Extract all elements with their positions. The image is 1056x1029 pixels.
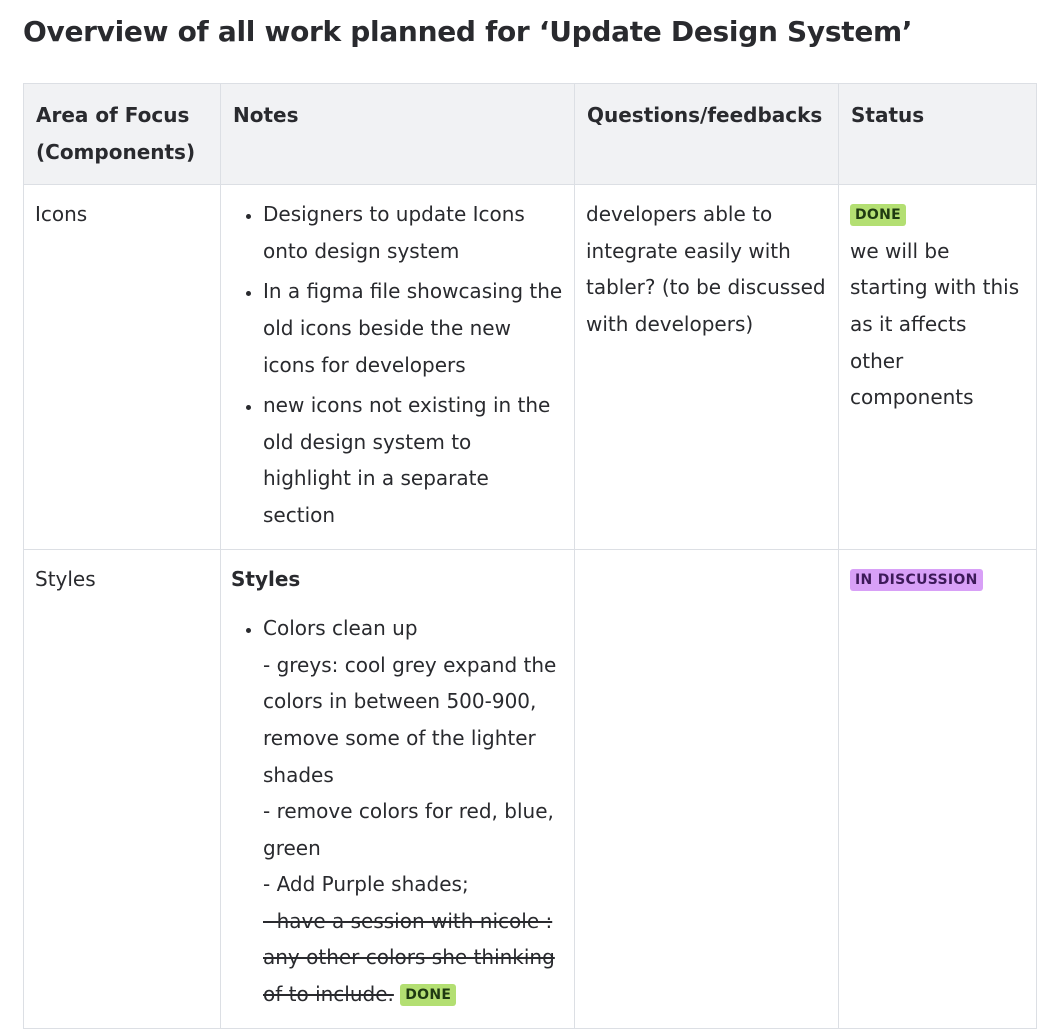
list-item: Colors clean up - greys: cool grey expan… (263, 610, 564, 1013)
list-item: In a figma file showcasing the old icons… (263, 273, 564, 383)
questions-cell (574, 548, 839, 1029)
list-item: new icons not existing in the old design… (263, 387, 564, 533)
notes-list: Designers to update Icons onto design sy… (231, 196, 564, 533)
notes-item-title: Colors clean up (263, 616, 418, 641)
status-cell: DONE we will be starting with this as it… (838, 184, 1037, 550)
notes-struck-line: - have a session with nicole : any other… (263, 909, 555, 1007)
table-row: Icons Designers to update Icons onto des… (23, 184, 1037, 550)
area-cell: Styles (23, 548, 221, 1029)
notes-item-line: - remove colors for red, blue, green (263, 799, 554, 860)
header-questions: Questions/feedbacks (574, 82, 839, 186)
notes-item-line: - greys: cool grey expand the colors in … (263, 652, 557, 787)
notes-item-line: - Add Purple shades; (263, 872, 469, 897)
header-status: Status (838, 82, 1037, 186)
questions-cell: developers able to integrate easily with… (574, 184, 839, 550)
status-badge: DONE (850, 204, 907, 227)
notes-cell: Styles Colors clean up - greys: cool gre… (220, 548, 575, 1029)
list-item: Designers to update Icons onto design sy… (263, 196, 564, 269)
notes-subheading: Styles (231, 566, 301, 591)
header-area-of-focus: Area of Focus (Components) (23, 82, 221, 186)
table-header-row: Area of Focus (Components) Notes Questio… (23, 82, 1037, 186)
notes-list: Colors clean up - greys: cool grey expan… (231, 610, 564, 1013)
notes-cell: Designers to update Icons onto design sy… (220, 184, 575, 550)
work-overview-table-wrapper: Area of Focus (Components) Notes Questio… (23, 82, 1037, 1029)
area-cell: Icons (23, 184, 221, 550)
table-row: Styles Styles Colors clean up - greys: c… (23, 548, 1037, 1029)
status-cell: IN DISCUSSION (838, 548, 1037, 1029)
work-overview-table: Area of Focus (Components) Notes Questio… (23, 82, 1037, 1029)
header-notes: Notes (220, 82, 575, 186)
status-note: we will be starting with this as it affe… (850, 238, 1020, 410)
status-badge: DONE (400, 984, 457, 1007)
status-badge: IN DISCUSSION (850, 568, 983, 591)
page-title: Overview of all work planned for ‘Update… (23, 15, 913, 48)
